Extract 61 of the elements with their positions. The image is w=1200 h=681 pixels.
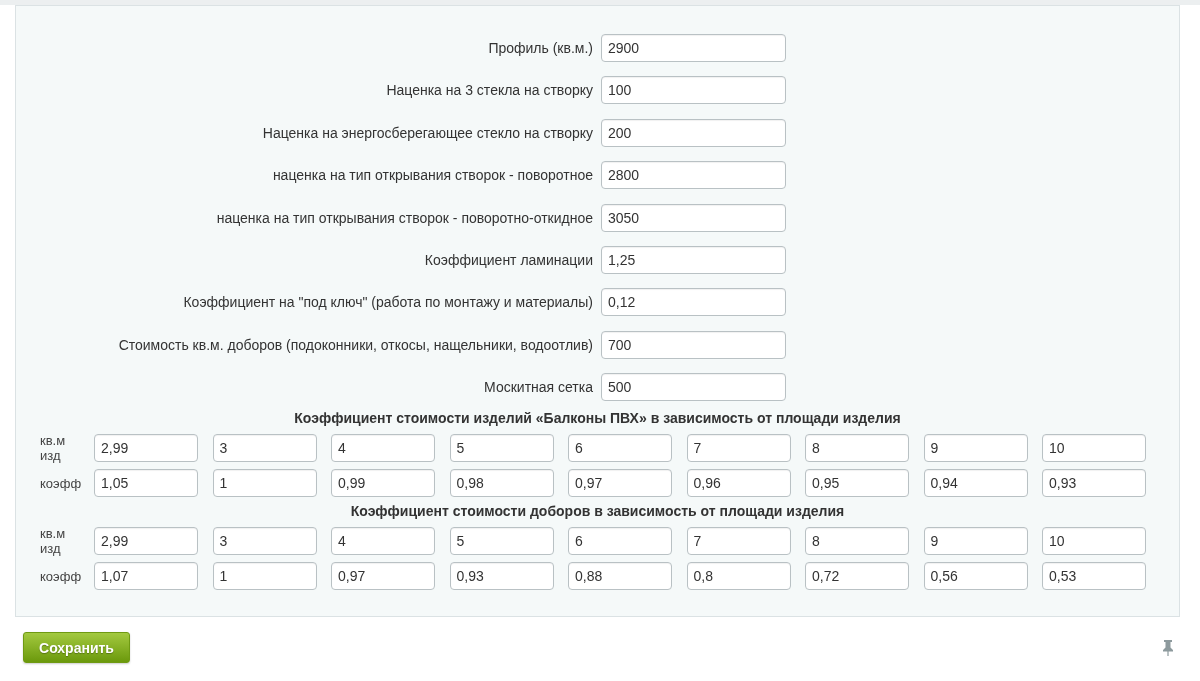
input-field[interactable]: 0,97 bbox=[568, 469, 672, 498]
field-label: Коэффициент на "под ключ" (работа по монтажу и материалы) bbox=[182, 294, 593, 311]
row-label: кв.м изд bbox=[40, 526, 67, 557]
input-field[interactable]: 0,97 bbox=[331, 562, 435, 591]
input-field[interactable]: 7 bbox=[686, 434, 791, 463]
row-label: коэфф bbox=[40, 475, 83, 491]
input-field[interactable]: 3050 bbox=[601, 203, 786, 232]
input-field[interactable]: 0,53 bbox=[1042, 562, 1146, 591]
input-field[interactable]: 7 bbox=[686, 527, 791, 556]
field-label: наценка на тип открывания створок - поворотно-откидное bbox=[215, 209, 593, 226]
input-field[interactable]: 8 bbox=[805, 434, 909, 463]
input-field[interactable]: 4 bbox=[331, 434, 435, 463]
input-field[interactable]: 0,94 bbox=[923, 469, 1028, 498]
input-field[interactable]: 0,93 bbox=[449, 562, 554, 591]
input-field[interactable]: 0,98 bbox=[449, 469, 554, 498]
input-field[interactable]: 100 bbox=[601, 76, 786, 105]
input-field[interactable]: 0,95 bbox=[805, 469, 909, 498]
field-label: Наценка на энергосберегающее стекло на створку bbox=[261, 124, 593, 141]
field-label: Наценка на 3 стекла на створку bbox=[385, 82, 593, 99]
input-field[interactable]: 9 bbox=[923, 434, 1028, 463]
section-heading: Коэффициент стоимости изделий «Балконы ПВХ» в зависимость от площади изделия bbox=[293, 409, 902, 429]
pin-icon[interactable] bbox=[1163, 639, 1173, 656]
input-field[interactable]: 0,56 bbox=[923, 562, 1028, 591]
field-label: наценка на тип открывания створок - поворотное bbox=[271, 167, 593, 184]
input-field[interactable]: 1,25 bbox=[601, 245, 786, 274]
input-field[interactable]: 1,07 bbox=[94, 562, 198, 591]
input-field[interactable]: 3 bbox=[212, 527, 317, 556]
input-field[interactable]: 2,99 bbox=[94, 434, 198, 463]
input-field[interactable]: 2900 bbox=[601, 34, 786, 62]
input-field[interactable]: 1,05 bbox=[94, 469, 198, 498]
input-field[interactable]: 0,99 bbox=[331, 469, 435, 498]
input-field[interactable]: 0,88 bbox=[568, 562, 672, 591]
row-label: кв.м изд bbox=[40, 433, 67, 464]
input-field[interactable]: 0,72 bbox=[805, 562, 909, 591]
input-field[interactable]: 10 bbox=[1042, 434, 1146, 463]
input-field[interactable]: 5 bbox=[449, 434, 554, 463]
input-field[interactable]: 8 bbox=[805, 527, 909, 556]
input-field[interactable]: 6 bbox=[568, 527, 672, 556]
input-field[interactable]: 200 bbox=[601, 118, 786, 147]
input-field[interactable]: 5 bbox=[449, 527, 554, 556]
input-field[interactable]: 0,8 bbox=[686, 562, 791, 591]
input-field[interactable]: 0,96 bbox=[686, 469, 791, 498]
input-field[interactable]: 3 bbox=[212, 434, 317, 463]
input-field[interactable]: 0,12 bbox=[601, 288, 786, 317]
field-label: Профиль (кв.м.) bbox=[487, 40, 593, 56]
input-field[interactable]: 4 bbox=[331, 527, 435, 556]
input-field[interactable]: 1 bbox=[212, 469, 317, 498]
input-field[interactable]: 500 bbox=[601, 373, 786, 402]
input-field[interactable]: 0,93 bbox=[1042, 469, 1146, 498]
input-field[interactable]: 2800 bbox=[601, 161, 786, 190]
input-field[interactable]: 2,99 bbox=[94, 527, 198, 556]
row-label: коэфф bbox=[40, 568, 83, 584]
input-field[interactable]: 10 bbox=[1042, 527, 1146, 556]
input-field[interactable]: 1 bbox=[212, 562, 317, 591]
field-label: Коэффициент ламинации bbox=[423, 251, 593, 268]
input-field[interactable]: 700 bbox=[601, 330, 786, 359]
input-field[interactable]: 6 bbox=[568, 434, 672, 463]
input-field[interactable]: 9 bbox=[923, 527, 1028, 556]
field-label: Стоимость кв.м. доборов (подоконники, откосы, нащельники, водоотлив) bbox=[117, 336, 593, 353]
field-label: Москитная сетка bbox=[483, 379, 593, 396]
section-heading: Коэффициент стоимости доборов в зависимость от площади изделия bbox=[349, 502, 846, 522]
